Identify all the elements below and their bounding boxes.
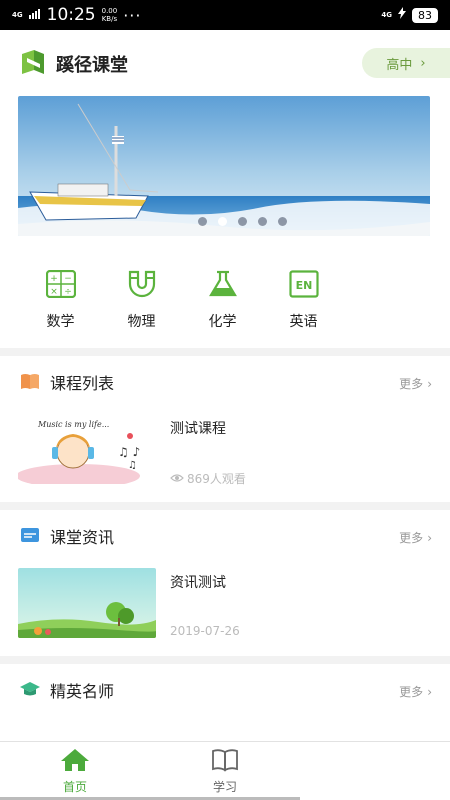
battery-level: 83: [412, 7, 438, 23]
nav-tab-study[interactable]: 学习: [150, 742, 300, 800]
more-notifications-icon: ···: [123, 5, 142, 25]
flask-icon: [208, 270, 238, 298]
charging-icon: [398, 7, 406, 23]
chevron-right-icon: ›: [427, 684, 432, 699]
subject-label: 化学: [208, 314, 237, 330]
news-card-icon: [20, 526, 40, 544]
subject-math[interactable]: + − × ÷ 数学: [20, 269, 101, 331]
status-time: 10:25: [46, 5, 96, 25]
app-header: 蹊径课堂 高中 ›: [0, 30, 450, 94]
subject-grid: + − × ÷ 数学 物理 化学 EN 英语: [0, 269, 450, 331]
home-icon: [60, 749, 90, 776]
section-title: 精英名师: [50, 682, 115, 701]
svg-text:×: ×: [50, 287, 58, 297]
chevron-right-icon: ›: [427, 376, 432, 391]
svg-text:EN: EN: [295, 279, 312, 292]
graduation-cap-icon: [20, 680, 40, 698]
top-card: + − × ÷ 数学 物理 化学 EN 英语: [0, 94, 450, 348]
section-header: 课堂资讯 更多 ›: [0, 510, 450, 558]
news-item[interactable]: 资讯测试 2019-07-26: [18, 568, 432, 638]
section-header: 精英名师 更多 ›: [0, 664, 450, 712]
network-indicator: 4G: [12, 11, 23, 19]
banner-carousel[interactable]: [18, 96, 430, 236]
chevron-right-icon: ›: [420, 55, 426, 71]
subject-label: 物理: [127, 314, 156, 330]
more-link[interactable]: 更多 ›: [399, 529, 432, 546]
book-icon: [210, 749, 240, 776]
more-label: 更多: [399, 531, 424, 545]
news-thumbnail: [18, 568, 156, 638]
news-title: 资讯测试: [170, 575, 226, 591]
carousel-dot[interactable]: [198, 217, 207, 226]
course-item[interactable]: ♫ ♪ ♫ Music is my life... 测试课程 869人观看: [18, 414, 432, 487]
course-list-section: 课程列表 更多 › ♫ ♪ ♫ Music is my life... 测试课程: [0, 356, 450, 502]
nav-tab-home[interactable]: 首页: [0, 742, 150, 800]
subject-label: 数学: [46, 314, 75, 330]
view-count: 869人观看: [170, 470, 246, 487]
nav-label: 学习: [212, 780, 237, 794]
network-indicator-right: 4G: [381, 11, 392, 19]
more-link[interactable]: 更多 ›: [399, 375, 432, 392]
speed-value: 0.00: [101, 7, 118, 15]
open-book-icon: [20, 372, 40, 390]
svg-text:♫: ♫: [128, 460, 137, 471]
section-header: 课程列表 更多 ›: [0, 356, 450, 404]
svg-text:+: +: [50, 274, 58, 284]
eye-icon: [170, 472, 184, 486]
carousel-dot[interactable]: [278, 217, 287, 226]
subject-physics[interactable]: 物理: [101, 270, 182, 331]
svg-text:−: −: [64, 274, 72, 284]
app-logo-icon: [20, 50, 46, 74]
section-title: 课堂资讯: [50, 528, 115, 547]
more-link[interactable]: 更多 ›: [399, 683, 432, 700]
teacher-section: 精英名师 更多 ›: [0, 664, 450, 741]
section-title: 课程列表: [50, 374, 115, 393]
news-date: 2019-07-26: [170, 624, 240, 638]
level-select-button[interactable]: 高中 ›: [362, 48, 450, 78]
network-speed: 0.00 KB/s: [102, 7, 118, 23]
course-thumbnail: ♫ ♪ ♫ Music is my life...: [18, 414, 156, 484]
banner-image: [18, 96, 430, 236]
status-bar: 4G 10:25 0.00 KB/s ··· 4G 83: [0, 0, 450, 30]
more-label: 更多: [399, 377, 424, 391]
news-section: 课堂资讯 更多 › 资讯测试 2019-07-26: [0, 510, 450, 656]
course-title: 测试课程: [170, 421, 226, 437]
carousel-dots: [198, 217, 287, 226]
carousel-dot[interactable]: [258, 217, 267, 226]
bottom-navigation: 首页 学习: [0, 741, 450, 800]
carousel-dot[interactable]: [218, 217, 227, 226]
view-count-text: 869人观看: [187, 472, 246, 486]
magnet-icon: [127, 270, 157, 298]
more-label: 更多: [399, 685, 424, 699]
en-icon: EN: [288, 270, 319, 298]
svg-text:♫ ♪: ♫ ♪: [118, 445, 140, 459]
subject-label: 英语: [289, 314, 318, 330]
svg-text:÷: ÷: [64, 287, 72, 297]
app-title: 蹊径课堂: [56, 55, 128, 76]
signal-icon: [28, 8, 41, 23]
carousel-dot[interactable]: [238, 217, 247, 226]
level-label: 高中: [386, 57, 413, 73]
thumbnail-caption: Music is my life...: [38, 420, 110, 429]
nav-label: 首页: [62, 780, 87, 794]
subject-chemistry[interactable]: 化学: [182, 270, 263, 331]
subject-english[interactable]: EN 英语: [263, 270, 344, 331]
calculator-icon: + − × ÷: [45, 269, 76, 299]
speed-unit: KB/s: [101, 15, 118, 23]
chevron-right-icon: ›: [427, 530, 432, 545]
